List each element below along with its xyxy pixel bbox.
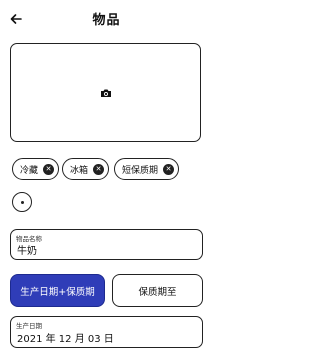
close-icon[interactable]: ✕	[43, 163, 55, 175]
page-title: 物品	[92, 13, 121, 28]
camera-icon	[100, 83, 112, 102]
production-date-mode-button[interactable]: 生产日期+保质期	[10, 274, 105, 307]
plus-icon	[20, 200, 24, 204]
tag-chip-label: 短保质期	[122, 165, 159, 176]
date-field-label: 生产日期	[16, 322, 42, 330]
photo-upload-area[interactable]	[10, 43, 201, 142]
name-field[interactable]: 物品名称 牛奶	[10, 229, 203, 260]
date-field[interactable]: 生产日期 2021 年 12 月 03 日	[10, 316, 203, 348]
tag-chip[interactable]: 冰箱 ✕	[62, 158, 110, 180]
close-icon[interactable]: ✕	[163, 163, 175, 175]
name-field-value: 牛奶	[17, 246, 37, 257]
tag-chip-label: 冷藏	[20, 165, 39, 176]
tag-chip[interactable]: 短保质期 ✕	[114, 158, 180, 180]
expiry-date-mode-button[interactable]: 保质期至	[112, 274, 203, 307]
tag-chip[interactable]: 冷藏 ✕	[12, 158, 60, 180]
item-edit-screen: 物品 冷藏 ✕ 冰箱 ✕ 短保质期 ✕ 物品名称 牛奶 生产日期+保质期 保质期…	[0, 0, 213, 357]
header-bar: 物品	[0, 0, 213, 36]
add-tag-button[interactable]	[12, 192, 32, 212]
close-icon[interactable]: ✕	[93, 163, 105, 175]
date-field-value: 2021 年 12 月 03 日	[17, 334, 114, 345]
tag-chip-label: 冰箱	[70, 165, 89, 176]
